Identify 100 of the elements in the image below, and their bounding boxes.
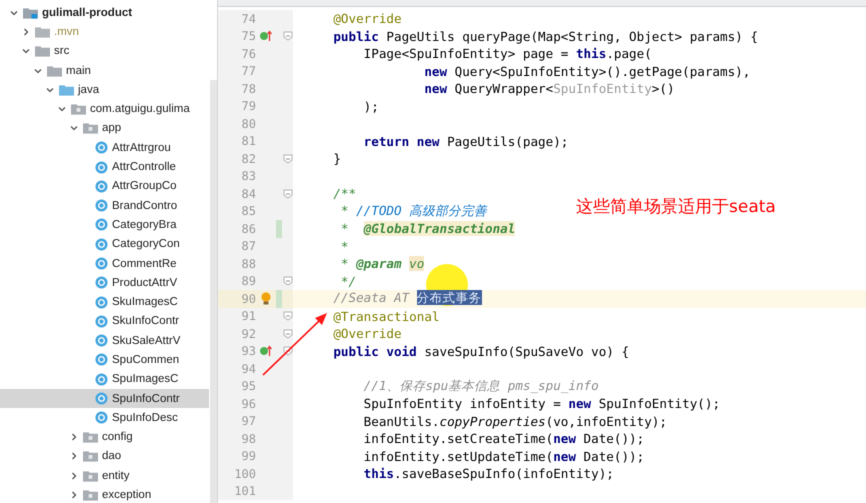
tree-item[interactable]: java	[0, 80, 209, 100]
class-icon	[95, 276, 108, 290]
line-number: 100	[233, 466, 256, 481]
fold-icon[interactable]	[282, 328, 292, 339]
class-icon	[95, 314, 108, 328]
line-number: 77	[240, 64, 256, 78]
tree-item[interactable]: CategoryBra	[0, 215, 209, 235]
tree-item[interactable]: config	[0, 428, 209, 447]
tree-item[interactable]: SkuInfoContr	[0, 312, 209, 332]
line-number: 81	[240, 134, 256, 148]
tree-item-label: .mvn	[54, 26, 79, 38]
code-line: /**	[332, 186, 356, 202]
line-number: 83	[240, 169, 256, 184]
code-line: }	[332, 151, 341, 166]
tree-item[interactable]: src	[0, 42, 209, 61]
line-number: 91	[240, 309, 256, 324]
code-line: new QueryWrapper<SpuInfoEntity>()	[423, 81, 675, 96]
code-line: * //TODO 高级部分完善	[340, 202, 488, 220]
code-line: */	[340, 274, 356, 289]
tree-item-label: AttrAttrgrou	[112, 142, 171, 154]
tree-item[interactable]: ProductAttrV	[0, 273, 209, 292]
tree-item-label: CategoryBra	[112, 218, 177, 231]
line-number: 101	[233, 484, 256, 498]
class-icon	[95, 160, 108, 174]
tree-item-label: SpuInfoContr	[112, 392, 180, 405]
fold-icon[interactable]	[282, 31, 292, 42]
line-number: 90	[240, 292, 256, 306]
code-line: BeanUtils.copyProperties(vo,infoEntity);	[362, 414, 667, 429]
override-marker-icon[interactable]	[259, 30, 273, 42]
line-number: 97	[240, 414, 256, 428]
folder-icon	[23, 6, 38, 19]
tree-item-label: SpuImagesC	[112, 373, 178, 386]
folder-icon	[35, 45, 50, 58]
tree-item-label: AttrGroupCo	[112, 180, 177, 192]
class-icon	[95, 296, 108, 309]
fold-icon[interactable]	[282, 154, 292, 164]
tree-item[interactable]: com.atguigu.gulima	[0, 99, 209, 119]
tree-item-label: SpuInfoDesc	[112, 412, 178, 424]
line-number: 92	[240, 326, 256, 341]
scrollbar[interactable]	[210, 80, 217, 503]
tree-item[interactable]: CommentRe	[0, 254, 209, 274]
line-number: 76	[240, 46, 256, 61]
tree-item[interactable]: SkuSaleAttrV	[0, 331, 209, 350]
tree-item[interactable]: exception	[0, 485, 209, 503]
tree-item-label: SkuInfoContr	[112, 315, 180, 328]
line-number: 98	[240, 432, 256, 446]
tree-item[interactable]: AttrControlle	[0, 157, 209, 177]
line-number: 74	[240, 12, 256, 26]
class-icon	[95, 392, 108, 406]
tree-item[interactable]: CategoryCon	[0, 234, 209, 254]
folder-icon	[83, 470, 98, 482]
tree-item[interactable]: AttrGroupCo	[0, 176, 209, 196]
tree-item-label: src	[54, 45, 70, 58]
tree-item[interactable]: entity	[0, 466, 209, 486]
fold-icon[interactable]	[282, 188, 292, 199]
class-icon	[95, 141, 108, 154]
folder-icon	[83, 450, 98, 462]
tree-item[interactable]: gulimall-product	[0, 3, 209, 22]
line-number: 93	[240, 344, 256, 358]
override-marker-icon[interactable]	[259, 345, 273, 358]
code-line: IPage<SpuInfoEntity> page = this.page(	[362, 46, 652, 62]
code-line: );	[362, 98, 379, 114]
tree-item[interactable]: SpuInfoDesc	[0, 408, 209, 428]
code-line: SpuInfoEntity infoEntity = new SpuInfoEntity();	[362, 396, 720, 412]
tree-item[interactable]: dao	[0, 446, 209, 466]
folder-icon	[47, 64, 62, 77]
tree-item-label: dao	[102, 450, 122, 462]
code-line: @Transactional	[332, 308, 440, 324]
tree-item-label: SkuImagesC	[112, 296, 178, 308]
tree-item-label: main	[66, 64, 91, 77]
tree-item-label: app	[102, 122, 122, 134]
tree-item[interactable]: app	[0, 118, 209, 138]
tree-item-label: gulimall-product	[42, 6, 132, 19]
code-line: //1、保存spu基本信息 pms_spu_info	[362, 378, 599, 395]
tree-item-label: exception	[102, 489, 152, 502]
line-number: 86	[240, 222, 256, 236]
tree-item-label: SkuSaleAttrV	[112, 334, 180, 347]
tree-item[interactable]: BrandContro	[0, 196, 209, 216]
folder-icon	[83, 489, 98, 502]
tree-item-label: com.atguigu.gulima	[90, 103, 190, 116]
lightbulb-icon[interactable]	[260, 292, 272, 306]
tree-item-label: java	[78, 84, 100, 96]
line-number: 78	[240, 82, 256, 96]
folder-icon	[59, 84, 74, 96]
fold-icon[interactable]	[282, 311, 292, 322]
tree-item[interactable]: SkuImagesC	[0, 292, 209, 312]
fold-icon[interactable]	[282, 276, 292, 286]
tree-item-label: ProductAttrV	[112, 276, 178, 289]
class-icon	[95, 372, 108, 386]
line-number: 87	[240, 239, 256, 254]
code-line: @Override	[332, 326, 402, 342]
folder-icon	[83, 431, 98, 444]
tree-item[interactable]: SpuImagesC	[0, 370, 209, 389]
tree-item-selected[interactable]: SpuInfoContr	[0, 388, 209, 408]
tree-item-label: entity	[102, 470, 130, 482]
line-number: 85	[240, 204, 256, 218]
tree-item[interactable]: main	[0, 60, 209, 80]
tree-item[interactable]: AttrAttrgrou	[0, 138, 209, 158]
tree-item[interactable]: SpuCommen	[0, 350, 209, 370]
line-number: 96	[240, 396, 256, 411]
